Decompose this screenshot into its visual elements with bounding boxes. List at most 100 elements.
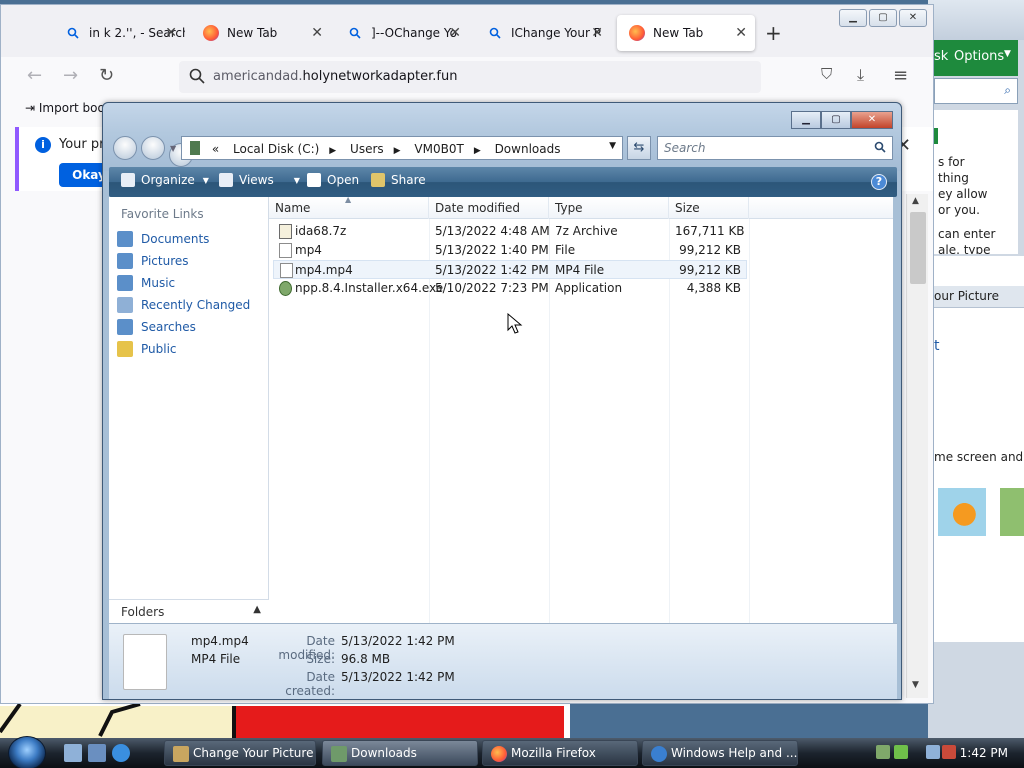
details-date-created: 5/13/2022 1:42 PM (341, 670, 455, 684)
column-size[interactable]: Size (669, 197, 749, 219)
explorer-nav-row: ▼ « Local Disk (C:) ▶ Users ▶ VM0B0T ▶ Down… (111, 135, 897, 167)
help-icon[interactable]: ? (871, 174, 887, 190)
favorite-link-documents[interactable]: Documents (117, 229, 209, 249)
firefox-scrollbar[interactable]: ▲ ▼ (906, 194, 928, 698)
firefox-window-controls: ▁ ▢ ✕ (839, 9, 927, 27)
favorite-links-title: Favorite Links (121, 207, 204, 221)
share-button[interactable]: Share (371, 173, 426, 187)
pictures-icon (117, 253, 133, 269)
desktop-background (0, 700, 570, 738)
minimize-button[interactable]: ▁ (839, 9, 867, 27)
scroll-down-arrow-icon[interactable]: ▼ (912, 680, 919, 690)
network-icon[interactable] (876, 745, 890, 759)
help-content: s for thing ey allow or you. can enter a… (934, 110, 1018, 254)
search-icon (874, 141, 886, 156)
breadcrumb-user[interactable]: VM0B0T (414, 142, 463, 156)
close-icon[interactable]: ✕ (591, 25, 603, 41)
close-icon[interactable]: ✕ (735, 25, 747, 41)
download-icon[interactable]: ⤓ (857, 65, 864, 85)
close-icon[interactable]: ✕ (165, 25, 177, 41)
views-button[interactable]: Views ▼ (219, 173, 300, 187)
url-bar[interactable]: americandad.holynetworkadapter.fun (179, 61, 761, 93)
minimize-button[interactable]: ▁ (791, 111, 821, 129)
search-icon (347, 25, 363, 41)
switch-windows-icon[interactable] (88, 744, 106, 762)
scrollbar-thumb[interactable] (910, 212, 926, 284)
favorite-link-recently-changed[interactable]: Recently Changed (117, 295, 250, 315)
column-type[interactable]: Type (549, 197, 669, 219)
reload-icon[interactable]: ↻ (99, 65, 114, 86)
favorite-link-pictures[interactable]: Pictures (117, 251, 189, 271)
monitor-icon[interactable] (926, 745, 940, 759)
scroll-up-arrow-icon[interactable]: ▲ (912, 196, 919, 206)
address-bar[interactable]: « Local Disk (C:) ▶ Users ▶ VM0B0T ▶ Downlo… (181, 136, 623, 160)
file-icon (307, 173, 321, 187)
taskbar-downloads[interactable]: Downloads (322, 740, 478, 766)
show-desktop-icon[interactable] (64, 744, 82, 762)
maximize-button[interactable]: ▢ (821, 111, 851, 129)
clock[interactable]: 1:42 PM (960, 746, 1008, 760)
goldfish-picture[interactable] (938, 488, 986, 536)
help-options-bar[interactable]: sk Options ▼ (934, 40, 1018, 76)
help-search-input[interactable]: ⌕ (934, 78, 1018, 104)
taskbar-mozilla-firefox[interactable]: Mozilla Firefox (482, 740, 638, 766)
chevron-right-icon[interactable]: ▶ (329, 146, 336, 156)
back-arrow-icon[interactable]: ← (27, 65, 42, 86)
breadcrumb-downloads[interactable]: Downloads (495, 142, 561, 156)
tab-search-1[interactable]: in k 2.'', - Search ✕ (53, 15, 185, 51)
tab-search-3[interactable]: IChange Your P ✕ (475, 15, 611, 51)
close-button[interactable]: ✕ (851, 111, 893, 129)
new-tab-button[interactable]: + (765, 21, 782, 45)
back-button[interactable] (113, 136, 137, 160)
refresh-button[interactable]: ⇆ (627, 136, 651, 160)
security-icon[interactable] (894, 745, 908, 759)
views-icon (219, 173, 233, 187)
maximize-button[interactable]: ▢ (869, 9, 897, 27)
open-button[interactable]: Open (307, 173, 359, 187)
volume-muted-icon[interactable] (942, 745, 956, 759)
forward-arrow-icon[interactable]: → (63, 65, 78, 86)
pocket-icon[interactable]: ⛉ (821, 65, 832, 83)
forward-button[interactable] (141, 136, 165, 160)
chevron-down-icon[interactable]: ▼ (609, 141, 616, 151)
import-bookmarks-link[interactable]: ⇥ Import boo (25, 101, 105, 115)
taskbar: Change Your Picture Downloads Mozilla Fi… (0, 736, 1024, 768)
tab-new-tab-1[interactable]: New Tab ✕ (191, 15, 331, 51)
chevron-right-icon[interactable]: ▶ (474, 146, 481, 156)
help-titlebar (928, 0, 1024, 40)
search-icon: ⌕ (1004, 83, 1011, 97)
favorite-link-music[interactable]: Music (117, 273, 175, 293)
file-row[interactable]: npp.8.4.Installer.x64.exe 5/10/2022 7:23… (273, 279, 747, 298)
folders-toggle[interactable]: Folders ▲ (109, 599, 269, 623)
menu-icon[interactable]: ≡ (893, 65, 908, 86)
chevron-down-icon: ▼ (293, 175, 300, 185)
navigation-pane: Favorite Links Documents Pictures Music … (109, 197, 269, 623)
options-menu[interactable]: Options (954, 49, 1004, 64)
file-row[interactable]: ida68.7z 5/13/2022 4:48 AM 7z Archive 16… (273, 222, 747, 241)
close-icon[interactable]: ✕ (449, 25, 461, 41)
mouse-cursor-icon (507, 313, 523, 334)
organize-button[interactable]: Organize ▼ (121, 173, 209, 187)
favorite-link-public[interactable]: Public (117, 339, 177, 359)
favorite-link-searches[interactable]: Searches (117, 317, 196, 337)
column-date-modified[interactable]: Date modified (429, 197, 549, 219)
file-row-selected[interactable]: mp4.mp4 5/13/2022 1:42 PM MP4 File 99,21… (273, 260, 747, 279)
music-icon (117, 275, 133, 291)
file-row[interactable]: mp4 5/13/2022 1:40 PM File 99,212 KB (273, 241, 747, 260)
breadcrumb-users[interactable]: Users (350, 142, 384, 156)
taskbar-change-your-picture[interactable]: Change Your Picture (164, 740, 316, 766)
taskbar-windows-help[interactable]: Windows Help and ... (642, 740, 798, 766)
close-icon[interactable]: ✕ (311, 25, 323, 41)
start-button[interactable] (8, 736, 46, 768)
search-input[interactable]: Search (657, 136, 893, 160)
tab-new-tab-active[interactable]: New Tab ✕ (617, 15, 755, 51)
picture-header: our Picture (934, 286, 1024, 308)
help-screen-text: me screen and on (934, 450, 1024, 464)
chevron-right-icon[interactable]: ▶ (394, 146, 401, 156)
details-file-type: MP4 File (191, 652, 241, 666)
breadcrumb-local-disk[interactable]: Local Disk (C:) (233, 142, 319, 156)
internet-explorer-icon[interactable] (112, 744, 130, 762)
close-button[interactable]: ✕ (899, 9, 927, 27)
tab-search-2[interactable]: ]--OChange Yo ✕ (335, 15, 469, 51)
picture-thumbnail[interactable] (1000, 488, 1024, 536)
